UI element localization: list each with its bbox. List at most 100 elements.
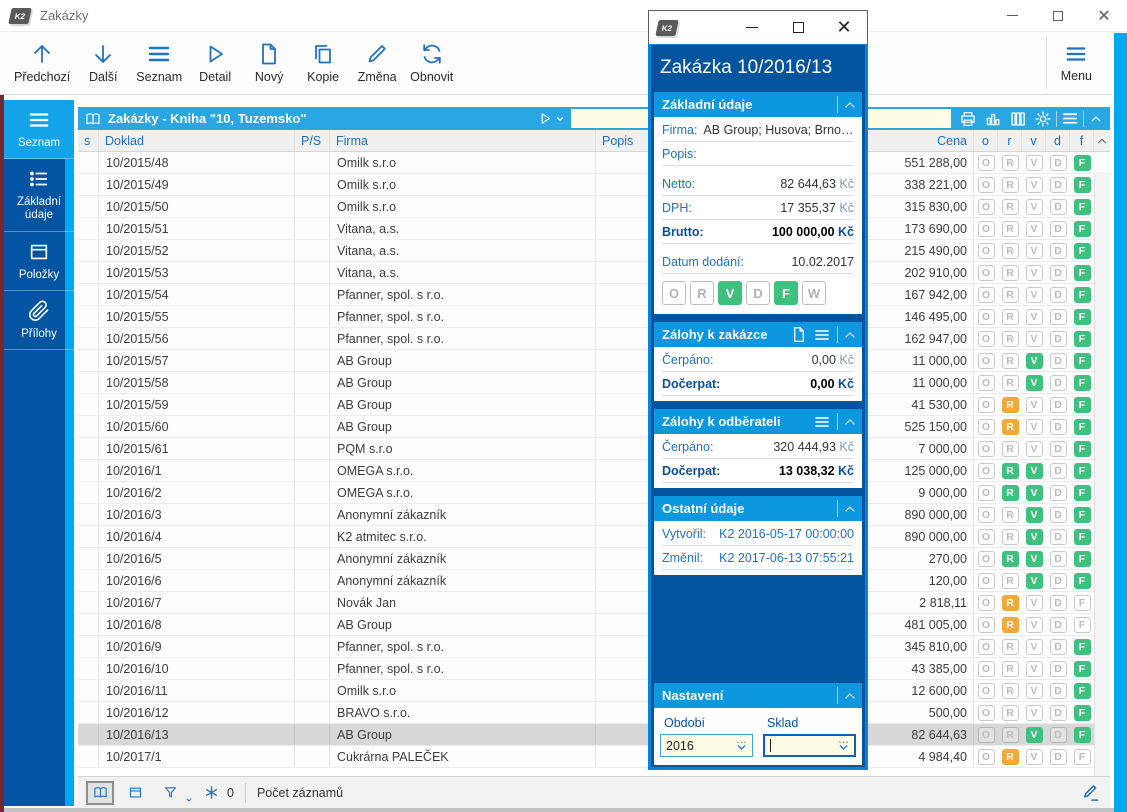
cell-flag-d: D [1046, 592, 1070, 613]
sidebar-item-p-lohy[interactable]: Přílohy [4, 291, 74, 350]
cell-ps [295, 592, 330, 613]
section-other-header[interactable]: Ostatní údaje [654, 496, 862, 521]
table-row[interactable]: 10/2016/9Pfanner, spol. s r.o.345 810,00… [78, 636, 1110, 658]
document-icon[interactable] [790, 326, 808, 343]
table-row[interactable]: 10/2016/13AB Group82 644,63ORVDF [78, 724, 1110, 746]
run-icon[interactable] [537, 111, 553, 126]
table-row[interactable]: 10/2015/55Pfanner, spol. s r.o.146 495,0… [78, 306, 1110, 328]
table-row[interactable]: 10/2016/4K2 atmitec s.r.o.890 000,00ORVD… [78, 526, 1110, 548]
filter-button[interactable] [156, 781, 184, 805]
cell-firma: OMEGA s.r.o. [330, 460, 596, 481]
table-row[interactable]: 10/2015/48Omilk s.r.o551 288,00ORVDF [78, 152, 1110, 174]
chevron-up-icon[interactable] [842, 689, 858, 703]
package-icon [27, 241, 51, 263]
collapse-icon[interactable] [1086, 112, 1106, 126]
table-row[interactable]: 10/2016/11Omilk s.r.o12 600,00ORVDF [78, 680, 1110, 702]
run-caret-icon[interactable] [555, 114, 565, 124]
column-header-p-s[interactable]: P/S [295, 130, 330, 151]
column-header-v[interactable]: v [1022, 130, 1046, 151]
cell-flag-d: D [1046, 460, 1070, 481]
toolbar-button-obnovit[interactable]: Obnovit [404, 38, 459, 88]
vertical-scrollbar[interactable] [1094, 175, 1110, 791]
table-row[interactable]: 10/2016/8AB Group481 005,00ORVDF [78, 614, 1110, 636]
table-row[interactable]: 10/2016/2OMEGA s.r.o.9 000,00ORVDF [78, 482, 1110, 504]
column-header-r[interactable]: r [998, 130, 1022, 151]
minimize-button[interactable] [989, 0, 1035, 31]
printer-icon[interactable] [957, 110, 979, 128]
table-row[interactable]: 10/2015/53Vitana, a.s.202 910,00ORVDF [78, 262, 1110, 284]
panel-maximize-button[interactable] [775, 12, 821, 44]
section-menu-icon[interactable] [811, 327, 833, 343]
section-advances-order-header[interactable]: Zálohy k zakázce [654, 322, 862, 347]
table-row[interactable]: 10/2015/58AB Group11 000,00ORVDF [78, 372, 1110, 394]
cell-flag-f: F [1070, 570, 1094, 591]
status-badge-v: V [1026, 221, 1043, 237]
container-view-button[interactable] [121, 781, 149, 805]
table-row[interactable]: 10/2015/57AB Group11 000,00ORVDF [78, 350, 1110, 372]
table-row[interactable]: 10/2016/3Anonymní zákazník890 000,00ORVD… [78, 504, 1110, 526]
chevron-up-icon[interactable] [842, 328, 858, 342]
table-row[interactable]: 10/2015/51Vitana, a.s.173 690,00ORVDF [78, 218, 1110, 240]
toolbar-button-další[interactable]: Další [76, 38, 130, 88]
edit-pencil-icon[interactable] [1080, 783, 1102, 803]
table-row[interactable]: 10/2015/60AB Group525 150,00ORVDF [78, 416, 1110, 438]
sidebar-item-z-kladn-daje[interactable]: Základní údaje [4, 159, 74, 231]
chevron-up-icon[interactable] [842, 415, 858, 429]
scroll-up-arrow[interactable] [1094, 130, 1110, 151]
section-menu-icon[interactable] [811, 414, 833, 430]
column-header-doklad[interactable]: Doklad [99, 130, 295, 151]
toolbar-button-kopie[interactable]: Kopie [296, 38, 350, 88]
warehouse-dropdown[interactable] [763, 734, 856, 757]
sidebar-item-seznam[interactable]: Seznam [4, 100, 74, 159]
cell-doklad: 10/2016/8 [99, 614, 295, 635]
gear-icon[interactable] [1032, 110, 1054, 128]
cell-firma: Vitana, a.s. [330, 218, 596, 239]
table-row[interactable]: 10/2015/54Pfanner, spol. s r.o.167 942,0… [78, 284, 1110, 306]
panel-minimize-button[interactable] [729, 12, 775, 44]
menu-button[interactable]: Menu [1046, 37, 1106, 89]
toolbar-button-nový[interactable]: Nový [242, 38, 296, 88]
cell-s [78, 460, 99, 481]
book-view-button[interactable] [86, 781, 114, 805]
columns-icon[interactable] [1007, 110, 1029, 128]
chevron-up-icon[interactable] [842, 98, 858, 112]
period-label: Období [660, 714, 753, 734]
column-header-o[interactable]: o [974, 130, 998, 151]
table-row[interactable]: 10/2015/61PQM s.r.o7 000,00ORVDF [78, 438, 1110, 460]
table-row[interactable]: 10/2016/7Novák Jan2 818,11ORVDF [78, 592, 1110, 614]
toolbar-button-změna[interactable]: Změna [350, 38, 404, 88]
column-header-firma[interactable]: Firma [330, 130, 596, 151]
bar-chart-icon[interactable] [982, 110, 1004, 128]
column-header-d[interactable]: d [1046, 130, 1070, 151]
table-row[interactable]: 10/2015/52Vitana, a.s.215 490,00ORVDF [78, 240, 1110, 262]
cell-flag-f: F [1070, 614, 1094, 635]
toolbar-button-seznam[interactable]: Seznam [130, 38, 188, 88]
sidebar-item-polo-ky[interactable]: Položky [4, 232, 74, 291]
table-row[interactable]: 10/2016/5Anonymní zákazník270,00ORVDF [78, 548, 1110, 570]
section-basic-header[interactable]: Základní údaje [654, 92, 862, 117]
table-row[interactable]: 10/2015/49Omilk s.r.o338 221,00ORVDF [78, 174, 1110, 196]
section-settings-header[interactable]: Nastavení [654, 683, 862, 708]
toolbar-button-předchozí[interactable]: Předchozí [8, 38, 76, 88]
period-dropdown[interactable]: 2016 [660, 734, 753, 757]
section-advances-customer-header[interactable]: Zálohy k odběrateli [654, 409, 862, 434]
table-row[interactable]: 10/2016/1OMEGA s.r.o.125 000,00ORVDF [78, 460, 1110, 482]
star-filter-button[interactable] [200, 781, 222, 805]
list-details-icon [27, 168, 51, 190]
toolbar-button-detail[interactable]: Detail [188, 38, 242, 88]
table-row[interactable]: 10/2015/59AB Group41 530,00ORVDF [78, 394, 1110, 416]
hamburger-icon[interactable] [1059, 110, 1081, 127]
table-row[interactable]: 10/2016/12BRAVO s.r.o.500,00ORVDF [78, 702, 1110, 724]
table-row[interactable]: 10/2016/6Anonymní zákazník120,00ORVDF [78, 570, 1110, 592]
panel-close-button[interactable]: ✕ [821, 12, 867, 44]
table-row[interactable]: 10/2016/10Pfanner, spol. s r.o.43 385,00… [78, 658, 1110, 680]
cell-flag-f: F [1070, 284, 1094, 305]
chevron-up-icon[interactable] [842, 502, 858, 516]
column-header-f[interactable]: f [1070, 130, 1094, 151]
table-row[interactable]: 10/2017/1Cukrárna PALEČEK4 984,40ORVDF [78, 746, 1110, 768]
column-header-s[interactable]: s [78, 130, 99, 151]
close-button[interactable]: ✕ [1081, 0, 1127, 31]
table-row[interactable]: 10/2015/56Pfanner, spol. s r.o.162 947,0… [78, 328, 1110, 350]
maximize-button[interactable] [1035, 0, 1081, 31]
table-row[interactable]: 10/2015/50Omilk s.r.o315 830,00ORVDF [78, 196, 1110, 218]
